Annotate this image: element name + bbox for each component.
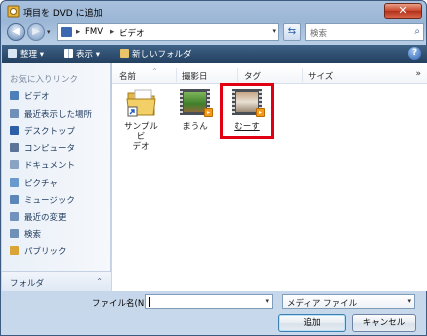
file-label: まうん: [182, 122, 208, 132]
breadcrumb-separator-icon: ▸: [76, 27, 81, 37]
refresh-icon: ⇆: [287, 26, 297, 37]
media-badge-icon: ▸: [204, 108, 213, 117]
cancel-button[interactable]: キャンセル: [352, 314, 416, 332]
file-item-sample-video[interactable]: サンプル ビ デオ: [119, 87, 163, 152]
filename-label: ファイル名(N):: [92, 299, 151, 309]
filename-dropdown-icon[interactable]: ▾: [265, 297, 269, 305]
help-button[interactable]: ?: [408, 47, 421, 60]
column-size[interactable]: サイズ: [308, 70, 333, 82]
column-divider[interactable]: [176, 68, 177, 82]
dialog-window: 項目を DVD に追加 ✕ ◀ ▶ ▾ ▸ FMV ▸ ビデオ ▾ ⇆ 検索 ⌕: [0, 0, 427, 336]
address-bar[interactable]: ▸ FMV ▸ ビデオ ▾: [57, 23, 279, 41]
column-name[interactable]: 名前 ^: [119, 68, 157, 82]
sort-ascending-icon: ^: [152, 68, 158, 75]
sidebar-item-label: デスクトップ: [24, 127, 76, 137]
folders-label: フォルダ: [10, 279, 45, 289]
column-divider[interactable]: [237, 68, 238, 82]
chevron-down-icon: ▾: [407, 297, 411, 305]
filetype-value: メディア ファイル: [287, 299, 358, 309]
column-divider[interactable]: [302, 68, 303, 82]
sidebar-item[interactable]: ミュージック: [10, 194, 110, 207]
sidebar-item-label: ドキュメント: [24, 161, 76, 171]
file-item-maun[interactable]: ▸ まうん: [173, 87, 217, 132]
desktop-icon: [10, 126, 19, 135]
column-date-taken[interactable]: 撮影日: [182, 70, 208, 82]
sidebar-item[interactable]: 最近表示した場所: [10, 108, 110, 121]
sidebar-item-label: ビデオ: [24, 92, 50, 102]
sidebar-item-label: 最近表示した場所: [24, 110, 93, 120]
forward-button[interactable]: ▶: [27, 23, 45, 41]
text-cursor: [149, 297, 150, 307]
sidebar-item[interactable]: ピクチャ: [10, 177, 110, 190]
sidebar-item[interactable]: 最近の変更: [10, 211, 110, 224]
organize-button[interactable]: 整理 ▾: [8, 48, 44, 60]
new-folder-label: 新しいフォルダ: [132, 50, 192, 60]
sidebar-item[interactable]: 検索: [10, 228, 110, 241]
video-file-icon: ▸: [178, 87, 213, 119]
filename-input[interactable]: ▾: [145, 294, 273, 309]
new-folder-icon: [120, 49, 129, 58]
sidebar-item[interactable]: デスクトップ: [10, 125, 110, 138]
video-folder-icon: [10, 91, 19, 100]
back-button[interactable]: ◀: [7, 23, 25, 41]
computer-icon: [10, 143, 19, 152]
sidebar-item-label: ピクチャ: [24, 179, 58, 189]
command-toolbar: 整理 ▾ 表示 ▾ 新しいフォルダ ?: [2, 45, 427, 63]
search-input[interactable]: 検索 ⌕: [305, 23, 424, 41]
view-button[interactable]: 表示 ▾: [64, 48, 100, 60]
add-button[interactable]: 追加: [278, 314, 346, 332]
recent-changes-icon: [10, 212, 19, 221]
recent-pages-dropdown[interactable]: ▾: [47, 28, 55, 36]
selection-highlight: [220, 83, 274, 139]
window-title: 項目を DVD に追加: [23, 9, 103, 19]
sidebar-item[interactable]: コンピュータ: [10, 142, 110, 155]
chevron-up-icon: ⌃: [96, 277, 103, 286]
navigation-pane: お気に入りリンク ビデオ最近表示した場所 デスクトップ コンピュータ ドキュメント ピク…: [2, 63, 111, 291]
column-tags[interactable]: タグ: [244, 70, 261, 82]
address-row: ◀ ▶ ▾ ▸ FMV ▸ ビデオ ▾ ⇆ 検索 ⌕: [5, 21, 424, 43]
new-folder-button[interactable]: 新しいフォルダ: [120, 48, 192, 60]
breadcrumb-fmv[interactable]: FMV: [85, 27, 103, 37]
sidebar-item[interactable]: パブリック: [10, 245, 110, 258]
sidebar-item-label: 最近の変更: [24, 213, 67, 223]
search-placeholder: 検索: [310, 29, 328, 39]
breadcrumb-video[interactable]: ビデオ: [119, 27, 145, 39]
file-label-line2: デオ: [132, 142, 150, 152]
column-header-row: 名前 ^ 撮影日 タグ サイズ »: [112, 66, 427, 84]
sidebar-item-label: ミュージック: [24, 196, 75, 206]
folders-toggle[interactable]: フォルダ ⌃: [2, 271, 111, 291]
file-label-line1: サンプル ビ: [124, 122, 158, 142]
search-folder-icon: [10, 229, 19, 238]
view-icon: [64, 49, 73, 58]
search-icon[interactable]: ⌕: [414, 26, 420, 37]
sidebar-item[interactable]: ビデオ: [10, 90, 110, 103]
title-bar[interactable]: 項目を DVD に追加 ✕: [1, 1, 426, 23]
refresh-button[interactable]: ⇆: [283, 23, 301, 41]
back-arrow-icon: ◀: [12, 26, 20, 37]
public-folder-icon: [10, 246, 19, 255]
more-columns-icon[interactable]: »: [415, 69, 421, 79]
dialog-footer: ファイル名(N): ▾ メディア ファイル ▾ 追加 キャンセル: [2, 291, 427, 336]
shortcut-folder-icon: [124, 87, 158, 119]
sidebar-item-label: コンピュータ: [24, 144, 76, 154]
location-folder-icon: [61, 27, 72, 37]
breadcrumb-separator-icon: ▸: [110, 27, 115, 37]
recent-places-icon: [10, 109, 19, 118]
pictures-icon: [10, 178, 19, 187]
close-button[interactable]: ✕: [384, 3, 422, 19]
address-dropdown-icon[interactable]: ▾: [272, 27, 276, 35]
favorite-links-header: お気に入りリンク: [10, 75, 79, 85]
file-label: サンプル ビ デオ: [119, 122, 163, 152]
dvd-maker-icon: [7, 5, 20, 18]
sidebar-item[interactable]: ドキュメント: [10, 159, 110, 172]
forward-arrow-icon: ▶: [32, 26, 40, 37]
organize-label: 整理 ▾: [20, 50, 44, 60]
sidebar-item-label: パブリック: [24, 247, 67, 257]
view-label: 表示 ▾: [76, 50, 100, 60]
sidebar-item-label: 検索: [24, 230, 42, 240]
organize-icon: [8, 49, 17, 58]
documents-icon: [10, 160, 19, 169]
filetype-select[interactable]: メディア ファイル ▾: [282, 294, 415, 309]
music-icon: [10, 195, 19, 204]
